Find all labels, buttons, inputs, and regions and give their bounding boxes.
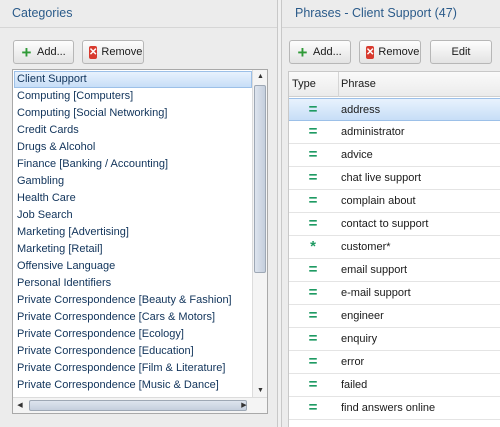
category-list-item[interactable]: Private Correspondence [Music & Dance] xyxy=(14,377,252,394)
phrase-cell: failed xyxy=(341,379,368,391)
plus-icon: + xyxy=(21,42,32,62)
exact-match-type-icon: = xyxy=(308,169,318,186)
categories-title: Categories xyxy=(12,6,73,20)
phrase-cell: administrator xyxy=(341,126,405,138)
x-icon: ✕ xyxy=(366,45,375,59)
phrase-row[interactable]: = advice xyxy=(289,144,500,167)
phrases-title: Phrases - Client Support (47) xyxy=(295,6,457,20)
category-horizontal-scroll-thumb[interactable] xyxy=(29,400,247,411)
phrase-cell: e-mail support xyxy=(341,287,411,299)
category-list-item[interactable]: Gambling xyxy=(14,173,252,190)
category-list-item[interactable]: Private Correspondence [Beauty & Fashion… xyxy=(14,292,252,309)
remove-phrase-button[interactable]: ✕ Remove xyxy=(359,40,421,64)
category-list-item[interactable]: Computing [Social Networking] xyxy=(14,105,252,122)
category-list-item[interactable]: Finance [Banking / Accounting] xyxy=(14,156,252,173)
phrase-cell: enquiry xyxy=(341,333,378,345)
title-divider xyxy=(0,27,277,28)
phrase-row[interactable]: = enquiry xyxy=(289,328,500,351)
add-phrase-label: Add... xyxy=(313,46,342,58)
category-list-item[interactable]: Marketing [Advertising] xyxy=(14,224,252,241)
column-header-type[interactable]: Type xyxy=(292,72,336,97)
exact-match-type-icon: = xyxy=(308,261,318,278)
wildcard-type-icon: * xyxy=(310,238,316,255)
category-list-item[interactable]: Job Search xyxy=(14,207,252,224)
category-vertical-scrollbar[interactable]: ▲ ▼ xyxy=(252,70,267,398)
categories-panel: Categories + Add... ✕ Remove Client Supp… xyxy=(0,0,278,427)
phrase-cell: error xyxy=(341,356,365,368)
remove-phrase-label: Remove xyxy=(378,46,420,58)
phrase-cell: engineer xyxy=(341,310,384,322)
exact-match-type-icon: = xyxy=(308,307,318,324)
phrase-row[interactable]: = contact to support xyxy=(289,213,500,236)
phrase-row[interactable]: = find answers online xyxy=(289,397,500,420)
category-horizontal-scrollbar[interactable]: ◀ ▶ xyxy=(13,397,267,413)
scroll-left-arrow-icon[interactable]: ◀ xyxy=(13,398,27,413)
scroll-right-arrow-icon[interactable]: ▶ xyxy=(237,398,251,413)
phrases-panel: Phrases - Client Support (47) + Add... ✕… xyxy=(281,0,500,427)
exact-match-type-icon: = xyxy=(308,353,318,370)
phrase-row[interactable]: = e-mail support xyxy=(289,282,500,305)
phrase-cell: find answers online xyxy=(341,402,436,414)
remove-category-label: Remove xyxy=(101,46,143,58)
category-vertical-scroll-thumb[interactable] xyxy=(254,85,266,273)
edit-phrase-button[interactable]: Edit xyxy=(430,40,492,64)
phrase-row[interactable]: = complain about xyxy=(289,190,500,213)
exact-match-type-icon: = xyxy=(308,376,318,393)
exact-match-type-icon: = xyxy=(308,146,318,163)
phrase-row[interactable]: * customer* xyxy=(289,236,500,259)
category-list-item[interactable]: Marketing [Retail] xyxy=(14,241,252,258)
phrase-row[interactable]: = error xyxy=(289,351,500,374)
category-list-item[interactable]: Client Support xyxy=(14,71,252,88)
category-list-item[interactable]: Credit Cards xyxy=(14,122,252,139)
phrase-row[interactable]: = administrator xyxy=(289,121,500,144)
x-icon: ✕ xyxy=(89,45,98,59)
category-list-item[interactable]: Private Correspondence [Film & Literatur… xyxy=(14,360,252,377)
category-list[interactable]: Client Support Computing [Computers] Compu… xyxy=(12,69,268,414)
category-list-item[interactable]: Drugs & Alcohol xyxy=(14,139,252,156)
phrase-row[interactable]: = email support xyxy=(289,259,500,282)
phrase-cell: contact to support xyxy=(341,218,429,230)
category-list-item[interactable]: Health Care xyxy=(14,190,252,207)
grid-header: Type Phrase xyxy=(289,72,500,97)
phrase-row[interactable]: = failed xyxy=(289,374,500,397)
add-category-button[interactable]: + Add... xyxy=(13,40,74,64)
phrase-cell: email support xyxy=(341,264,408,276)
phrase-grid[interactable]: Type Phrase = address = administrator = advic… xyxy=(288,71,500,427)
exact-match-type-icon: = xyxy=(308,399,318,416)
phrase-cell: customer* xyxy=(341,241,391,253)
remove-category-button[interactable]: ✕ Remove xyxy=(82,40,144,64)
category-list-item[interactable]: Offensive Language xyxy=(14,258,252,275)
phrase-row[interactable]: = address xyxy=(289,98,500,121)
phrase-cell: address xyxy=(341,104,381,116)
phrase-row[interactable]: = chat live support xyxy=(289,167,500,190)
column-header-phrase[interactable]: Phrase xyxy=(338,72,500,97)
phrase-cell: advice xyxy=(341,149,373,161)
edit-phrase-label: Edit xyxy=(451,46,471,58)
phrase-row[interactable]: = engineer xyxy=(289,305,500,328)
exact-match-type-icon: = xyxy=(308,123,318,140)
category-list-item[interactable]: Personal Identifiers xyxy=(14,275,252,292)
exact-match-type-icon: = xyxy=(308,330,318,347)
category-list-item[interactable]: Private Correspondence [Education] xyxy=(14,343,252,360)
phrase-cell: chat live support xyxy=(341,172,422,184)
exact-match-type-icon: = xyxy=(308,192,318,209)
plus-icon: + xyxy=(297,42,308,62)
category-list-item[interactable]: Computing [Computers] xyxy=(14,88,252,105)
exact-match-type-icon: = xyxy=(308,101,318,118)
add-phrase-button[interactable]: + Add... xyxy=(289,40,351,64)
category-list-item[interactable]: Private Correspondence [Cars & Motors] xyxy=(14,309,252,326)
exact-match-type-icon: = xyxy=(308,215,318,232)
title-divider xyxy=(282,27,500,28)
add-category-label: Add... xyxy=(37,46,66,58)
scroll-down-arrow-icon[interactable]: ▼ xyxy=(253,384,267,398)
phrase-cell: complain about xyxy=(341,195,416,207)
scroll-up-arrow-icon[interactable]: ▲ xyxy=(253,70,267,84)
exact-match-type-icon: = xyxy=(308,284,318,301)
category-list-item[interactable]: Private Correspondence [Ecology] xyxy=(14,326,252,343)
